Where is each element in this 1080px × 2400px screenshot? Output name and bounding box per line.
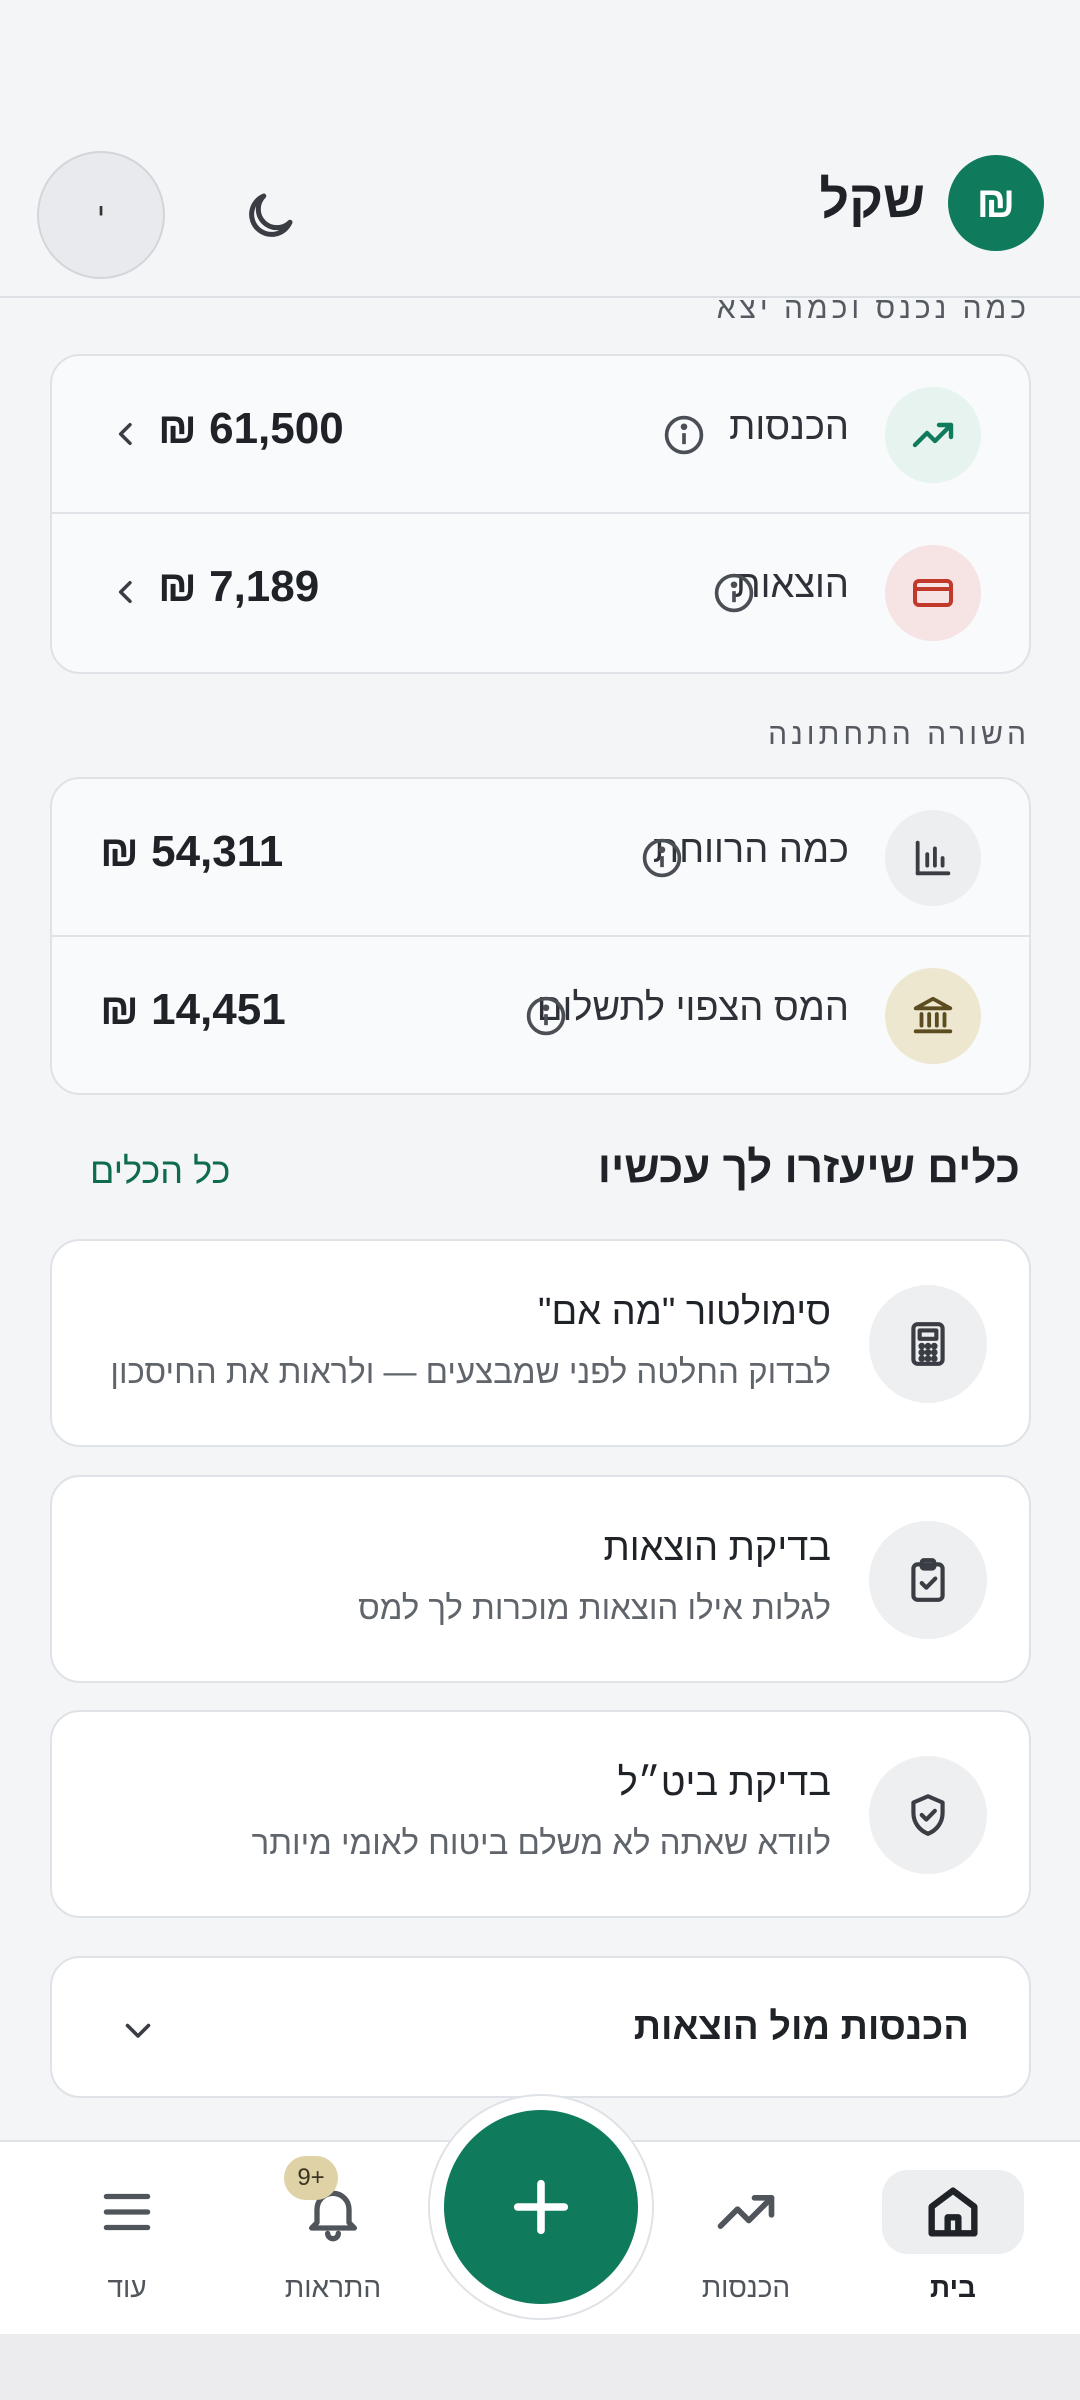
bottom-line-label: השורה התחתונה <box>768 718 1030 751</box>
expense-row[interactable]: הוצאות ₪ 7,189 <box>52 514 1029 672</box>
system-gesture-bar <box>0 2334 1080 2400</box>
nav-alerts-label: התראות <box>284 2272 382 2303</box>
tax-row: המס הצפוי לתשלום ₪ 14,451 <box>52 937 1029 1093</box>
shekel-icon: ₪ <box>976 178 1016 227</box>
all-tools-link[interactable]: כל הכלים <box>90 1150 230 1192</box>
avatar-initial: י <box>97 198 105 231</box>
tool-card-simulator[interactable]: סימולטור "מה אם" לבדוק החלטה לפני שמבצעי… <box>50 1239 1031 1447</box>
tool-title: בדיקת ביט״ל <box>617 1762 831 1804</box>
home-icon <box>882 2170 1024 2254</box>
brand-name: שקל <box>819 171 925 229</box>
chevron-down-icon[interactable] <box>120 2012 156 2048</box>
income-row[interactable]: הכנסות ₪ 61,500 <box>52 356 1029 514</box>
nav-more-label: עוד <box>107 2272 147 2303</box>
alerts-badge: 9+ <box>284 2156 338 2200</box>
income-label: הכנסות <box>729 406 849 448</box>
menu-icon <box>56 2170 198 2254</box>
income-vs-expense-collapsible[interactable]: הכנסות מול הוצאות <box>50 1956 1031 2098</box>
tool-card-expense-check[interactable]: בדיקת הוצאות לגלות אילו הוצאות מוכרות לך… <box>50 1475 1031 1683</box>
trend-up-icon <box>675 2170 817 2254</box>
calculator-icon <box>869 1285 987 1403</box>
profit-row: כמה הרווחת ₪ 54,311 <box>52 779 1029 937</box>
tool-subtitle: לבדוק החלטה לפני שמבצעים — ולראות את החי… <box>110 1353 831 1390</box>
collapsible-title: הכנסות מול הוצאות <box>633 2006 969 2048</box>
bell-icon: 9+ <box>262 2156 404 2254</box>
nav-more[interactable]: עוד <box>47 2142 207 2336</box>
tool-subtitle: לוודא שאתה לא משלם ביטוח לאומי מיותר <box>251 1824 831 1861</box>
bottom-line-card: כמה הרווחת ₪ 54,311 המס הצפוי לתשלום ₪ 1… <box>50 777 1031 1095</box>
profit-amount: ₪ 54,311 <box>100 827 284 876</box>
app-header: י שקל ₪ <box>0 0 1080 298</box>
user-avatar[interactable]: י <box>37 151 165 279</box>
clipboard-check-icon <box>869 1521 987 1639</box>
chevron-left-icon[interactable] <box>110 418 142 450</box>
brand-logo: ₪ <box>948 155 1044 251</box>
tools-section-title: כלים שיעזרו לך עכשיו <box>597 1143 1020 1192</box>
info-icon[interactable] <box>524 994 568 1038</box>
tax-amount: ₪ 14,451 <box>100 985 286 1034</box>
info-icon[interactable] <box>712 571 756 615</box>
info-icon[interactable] <box>662 413 706 457</box>
plus-icon <box>513 2179 569 2235</box>
tax-label: המס הצפוי לתשלום <box>536 987 849 1029</box>
nav-alerts[interactable]: 9+ התראות <box>253 2142 413 2336</box>
bar-chart-icon <box>885 810 981 906</box>
nav-home[interactable]: בית <box>873 2142 1033 2336</box>
info-icon[interactable] <box>640 836 684 880</box>
bank-icon <box>885 968 981 1064</box>
expense-amount: ₪ 7,189 <box>158 562 320 611</box>
shield-check-icon <box>869 1756 987 1874</box>
income-expense-label: כמה נכנס וכמה יצא <box>716 292 1030 325</box>
moon-icon[interactable] <box>240 186 300 246</box>
tool-title: בדיקת הוצאות <box>603 1527 831 1569</box>
income-expense-card: הכנסות ₪ 61,500 הוצאות ₪ 7,189 <box>50 354 1031 674</box>
credit-card-icon <box>885 545 981 641</box>
trend-up-icon <box>885 387 981 483</box>
nav-income[interactable]: הכנסות <box>666 2142 826 2336</box>
tool-subtitle: לגלות אילו הוצאות מוכרות לך למס <box>358 1589 831 1626</box>
chevron-left-icon[interactable] <box>110 576 142 608</box>
tool-card-bitl-check[interactable]: בדיקת ביט״ל לוודא שאתה לא משלם ביטוח לאו… <box>50 1710 1031 1918</box>
income-amount: ₪ 61,500 <box>158 404 344 453</box>
tool-title: סימולטור "מה אם" <box>537 1291 831 1333</box>
add-button[interactable] <box>444 2110 638 2304</box>
nav-income-label: הכנסות <box>701 2272 791 2303</box>
nav-home-label: בית <box>930 2272 976 2303</box>
